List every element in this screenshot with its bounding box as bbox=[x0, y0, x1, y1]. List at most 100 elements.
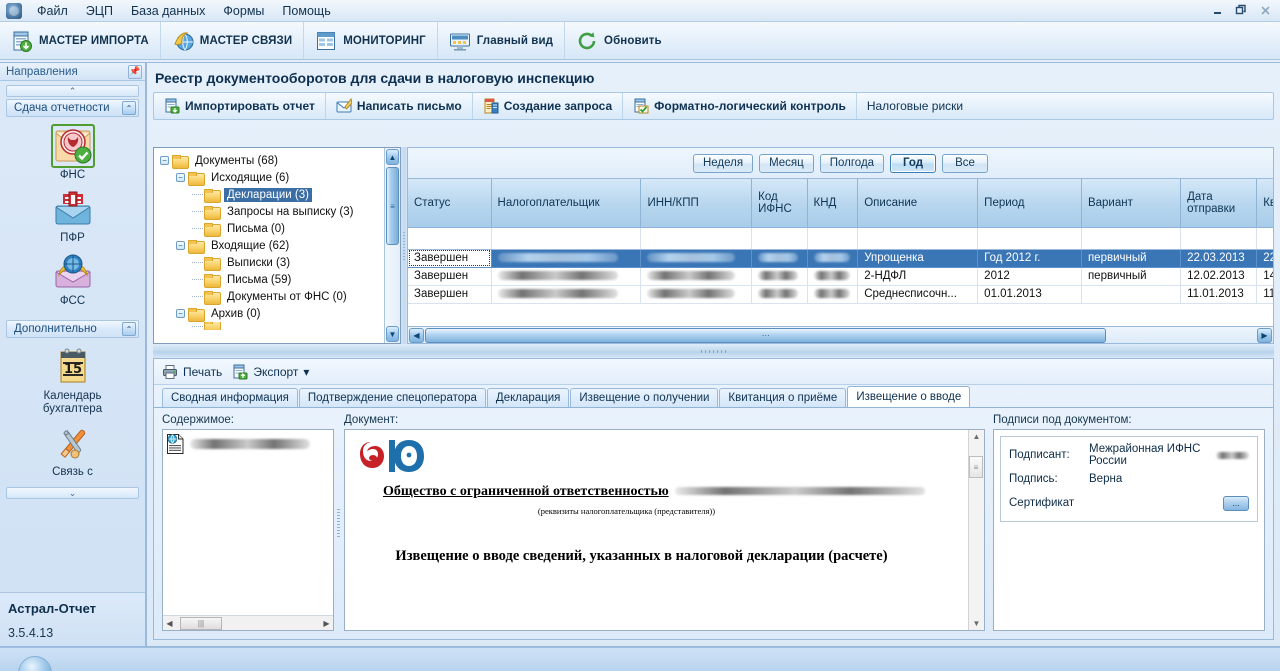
tab-entry-notice[interactable]: Извещение о вводе bbox=[847, 386, 971, 407]
toolbar-button-main-view[interactable]: Главный вид bbox=[438, 22, 566, 59]
toolbar-button-refresh[interactable]: Обновить bbox=[565, 22, 673, 59]
cell-status[interactable]: Завершен bbox=[408, 285, 492, 304]
vertical-splitter[interactable] bbox=[401, 147, 407, 344]
sidebar-item-fss[interactable]: ФСС bbox=[6, 251, 139, 308]
chevron-up-icon[interactable]: ⌃ bbox=[122, 101, 136, 115]
cell-ifns-code[interactable] bbox=[751, 267, 808, 286]
cell-send-date[interactable]: 22.03.2013 bbox=[1180, 249, 1258, 268]
sidebar-scroll-up-icon[interactable]: ⌃ bbox=[6, 85, 139, 97]
cell-receipt[interactable]: 22.03.2013 bbox=[1256, 249, 1273, 268]
column-header-ifns-code[interactable]: Код ИФНС bbox=[751, 179, 808, 228]
tree-node[interactable]: − Документы (68) bbox=[158, 152, 400, 169]
tree-node-partial[interactable] bbox=[158, 322, 400, 330]
collapse-icon[interactable]: − bbox=[176, 309, 185, 318]
toolbar-button-link-wizard[interactable]: МАСТЕР СВЯЗИ bbox=[161, 22, 305, 59]
scrollbar-track[interactable]: ||| bbox=[176, 616, 320, 630]
tree-node[interactable]: Письма (0) bbox=[158, 220, 400, 237]
column-header-inn-kpp[interactable]: ИНН/КПП bbox=[640, 179, 753, 228]
cell-ifns-code[interactable] bbox=[751, 285, 808, 304]
cell-description[interactable]: 2-НДФЛ bbox=[857, 267, 979, 286]
scrollbar-thumb[interactable]: ≡ bbox=[969, 456, 983, 478]
cell-receipt[interactable]: 11.01.2013 bbox=[1256, 285, 1273, 304]
filter-year-button[interactable]: Год bbox=[890, 153, 937, 173]
tab-receipt-notice[interactable]: Извещение о получении bbox=[570, 388, 719, 407]
column-header-receipt[interactable]: Квитанция bbox=[1256, 179, 1273, 228]
filter-month-button[interactable]: Месяц bbox=[759, 153, 814, 173]
filter-cell[interactable] bbox=[408, 227, 492, 250]
maximize-icon[interactable] bbox=[1230, 1, 1252, 19]
filter-cell[interactable] bbox=[751, 227, 808, 250]
cell-period[interactable]: 2012 bbox=[977, 267, 1082, 286]
certificate-details-button[interactable]: ... bbox=[1223, 495, 1249, 511]
tab-acceptance-receipt[interactable]: Квитанция о приёме bbox=[719, 388, 847, 407]
cell-taxpayer[interactable] bbox=[491, 285, 642, 304]
cell-description[interactable]: Среднесписочн... bbox=[857, 285, 979, 304]
menu-item-help[interactable]: Помощь bbox=[273, 1, 339, 21]
tree-node[interactable]: Выписки (3) bbox=[158, 254, 400, 271]
cell-inn-kpp[interactable] bbox=[640, 285, 753, 304]
cell-variant[interactable]: первичный bbox=[1081, 249, 1182, 268]
tab-declaration[interactable]: Декларация bbox=[486, 388, 570, 407]
cell-send-date[interactable]: 11.01.2013 bbox=[1180, 285, 1258, 304]
cell-period[interactable]: Год 2012 г. bbox=[977, 249, 1082, 268]
filter-halfyear-button[interactable]: Полгода bbox=[819, 153, 885, 173]
content-listbox[interactable]: ◀ ||| ▶ bbox=[162, 429, 334, 631]
scrollbar-thumb[interactable]: ≡ bbox=[386, 167, 399, 245]
filter-all-button[interactable]: Все bbox=[942, 153, 989, 173]
menu-item-database[interactable]: База данных bbox=[122, 1, 214, 21]
scrollbar-thumb[interactable]: ||| bbox=[180, 616, 222, 630]
table-row[interactable]: Завершен Упрощенка Год 2012 г. первичный… bbox=[408, 249, 1273, 268]
horizontal-splitter[interactable] bbox=[153, 344, 1274, 358]
scroll-left-icon[interactable]: ◀ bbox=[409, 327, 424, 343]
tree-node[interactable]: Документы от ФНС (0) bbox=[158, 288, 400, 305]
tree-node[interactable]: − Архив (0) bbox=[158, 305, 400, 322]
cell-variant[interactable]: первичный bbox=[1081, 267, 1182, 286]
cell-knd[interactable] bbox=[807, 249, 859, 268]
filter-cell[interactable] bbox=[977, 227, 1082, 250]
sidebar-item-support[interactable]: Связь с bbox=[6, 422, 139, 479]
filter-week-button[interactable]: Неделя bbox=[692, 153, 754, 173]
sidebar-item-calendar[interactable]: 15 Календарь бухгалтера bbox=[6, 346, 139, 416]
close-icon[interactable] bbox=[1254, 1, 1276, 19]
filter-cell[interactable] bbox=[857, 227, 979, 250]
cell-status[interactable]: Завершен bbox=[408, 249, 492, 268]
sidebar-scroll-down-icon[interactable]: ⌄ bbox=[6, 487, 139, 499]
cell-inn-kpp[interactable] bbox=[640, 249, 753, 268]
caret-down-icon[interactable]: ▾ bbox=[303, 365, 309, 379]
collapse-icon[interactable]: − bbox=[176, 241, 185, 250]
scrollbar-thumb[interactable]: ⋯ bbox=[425, 327, 1107, 343]
tree-node[interactable]: − Входящие (62) bbox=[158, 237, 400, 254]
menu-item-file[interactable]: Файл bbox=[28, 1, 77, 21]
scroll-down-icon[interactable]: ▼ bbox=[973, 619, 981, 628]
tab-operator-confirmation[interactable]: Подтверждение спецоператора bbox=[298, 388, 486, 407]
column-header-description[interactable]: Описание bbox=[857, 179, 979, 228]
scroll-right-icon[interactable]: ▶ bbox=[320, 617, 333, 630]
cell-knd[interactable] bbox=[807, 267, 859, 286]
scroll-up-icon[interactable]: ▲ bbox=[973, 432, 981, 441]
chevron-up-icon[interactable]: ⌃ bbox=[122, 322, 136, 336]
toolbar-button-import-wizard[interactable]: МАСТЕР ИМПОРТА bbox=[0, 22, 161, 59]
tree-node[interactable]: Запросы на выписку (3) bbox=[158, 203, 400, 220]
tree-node[interactable]: Письма (59) bbox=[158, 271, 400, 288]
cell-inn-kpp[interactable] bbox=[640, 267, 753, 286]
menu-item-ecp[interactable]: ЭЦП bbox=[77, 1, 122, 21]
filter-cell[interactable] bbox=[1081, 227, 1182, 250]
table-filter-row[interactable] bbox=[408, 227, 1273, 250]
tax-risks-button[interactable]: Налоговые риски bbox=[857, 93, 973, 119]
scroll-right-icon[interactable]: ▶ bbox=[1257, 327, 1272, 343]
table-row[interactable]: Завершен Среднесписочн... 01.01.2013 11.… bbox=[408, 285, 1273, 304]
tab-summary[interactable]: Сводная информация bbox=[162, 388, 298, 407]
cell-taxpayer[interactable] bbox=[491, 249, 642, 268]
sidebar-item-fns[interactable]: ФНС bbox=[6, 124, 139, 182]
cell-description[interactable]: Упрощенка bbox=[857, 249, 979, 268]
content-horizontal-scrollbar[interactable]: ◀ ||| ▶ bbox=[163, 615, 333, 630]
list-item[interactable] bbox=[166, 433, 330, 455]
grid-horizontal-scrollbar[interactable]: ◀ ⋯ ▶ bbox=[408, 326, 1273, 343]
toolbar-button-monitoring[interactable]: МОНИТОРИНГ bbox=[304, 22, 438, 59]
scroll-left-icon[interactable]: ◀ bbox=[163, 617, 176, 630]
cell-status[interactable]: Завершен bbox=[408, 267, 492, 286]
scroll-down-icon[interactable]: ▼ bbox=[386, 326, 399, 342]
export-button[interactable]: Экспорт ▾ bbox=[232, 364, 309, 380]
column-header-variant[interactable]: Вариант bbox=[1081, 179, 1182, 228]
cell-knd[interactable] bbox=[807, 285, 859, 304]
